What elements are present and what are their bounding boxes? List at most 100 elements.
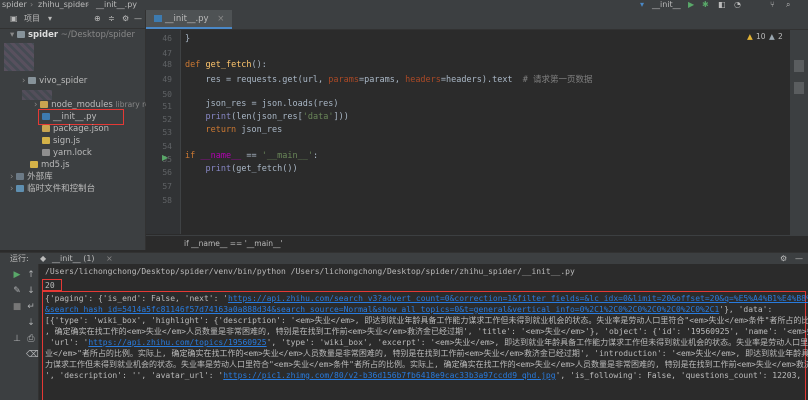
tree-item-label: vivo_spider: [39, 76, 88, 86]
locate-icon[interactable]: ⊕: [94, 10, 101, 28]
console-line: ', 'description': '', 'avatar_url': 'htt…: [45, 370, 801, 381]
console-text: 'url': ': [45, 338, 89, 347]
run-gutter-icon[interactable]: ▶: [162, 153, 168, 162]
scroll-end-icon[interactable]: ⇣: [26, 318, 36, 328]
project-panel-header: ▣ 项目 ▾ ⊕ ≑ ⚙ —: [0, 10, 145, 29]
chevron-right-icon: ›: [34, 100, 38, 110]
search-icon[interactable]: ⌕: [786, 0, 790, 10]
folder-icon: [16, 31, 25, 38]
soft-wrap-icon[interactable]: ↵: [26, 302, 36, 312]
highlight-box-count: [42, 279, 62, 291]
nav-project-name[interactable]: spider: [2, 0, 27, 10]
tree-root[interactable]: ▾ spider ~/Desktop/spider: [10, 30, 135, 41]
trash-icon[interactable]: ⌫: [26, 350, 39, 360]
scview-icon[interactable]: [794, 82, 804, 94]
warning-count: 10: [756, 32, 766, 41]
tree-item-md5-js[interactable]: md5.js: [30, 160, 70, 171]
editor-tab-label: __init__.py: [165, 14, 209, 24]
collapse-icon[interactable]: ≑: [108, 10, 115, 28]
code-token: '__main__': [261, 151, 313, 161]
console-link[interactable]: https://api.zhihu.com/topics/19560925: [88, 338, 266, 347]
rerun-icon[interactable]: ▶: [12, 270, 22, 280]
nav-separator: ›: [86, 0, 90, 9]
hide-icon[interactable]: —: [134, 10, 142, 28]
run-toolbar: ▶ ↑ ✎ ↓ ■ ↵ ⇣ ⊥ ⎙ ⌫: [0, 264, 39, 400]
gear-icon[interactable]: ⚙: [122, 10, 129, 28]
tree-item-package-json[interactable]: package.json: [42, 124, 109, 135]
branch-icon[interactable]: ⑂: [770, 0, 775, 10]
code-token: def: [185, 60, 206, 70]
debug-icon[interactable]: ✱: [702, 0, 709, 10]
database-icon[interactable]: [794, 60, 804, 72]
project-panel-title[interactable]: 项目: [24, 10, 40, 28]
console-text: ', 'type': 'wiki_box', 'excerpt': '<em>失…: [266, 338, 808, 347]
weak-warning-icon[interactable]: ▲: [769, 32, 775, 41]
arrow-down-icon[interactable]: ↓: [26, 286, 36, 296]
console-text: '}, 'data':: [719, 305, 773, 314]
console-link[interactable]: https://pic1.zhimg.com/80/v2-b36d156b7fb…: [223, 371, 555, 380]
run-console[interactable]: /Users/lichongchong/Desktop/spider/venv/…: [39, 264, 808, 400]
folder-icon: [40, 101, 49, 108]
wrench-icon[interactable]: ✎: [12, 286, 22, 296]
tree-item-scratches[interactable]: › 临时文件和控制台: [10, 184, 95, 195]
code-token: (get_fetch()): [231, 164, 298, 174]
console-line: 'url': 'https://api.zhihu.com/topics/195…: [45, 337, 808, 348]
code-token: print: [205, 112, 232, 122]
project-panel: ▣ 项目 ▾ ⊕ ≑ ⚙ — ▾ spider ~/Desktop/spider…: [0, 10, 150, 250]
code-token: headers: [405, 75, 441, 85]
code-token: =headers).text: [440, 75, 523, 85]
stop-icon[interactable]: ■: [12, 302, 22, 312]
tree-item-sign-js[interactable]: sign.js: [42, 136, 80, 147]
line-number: 51: [162, 102, 172, 111]
warning-icon[interactable]: ▲: [747, 32, 753, 41]
line-number: 58: [162, 196, 172, 205]
folder-icon: ▣: [10, 14, 18, 23]
code-line-48: def get_fetch():: [185, 60, 267, 70]
console-link[interactable]: &search_hash_id=5414a5fc81146f57d74163a0…: [45, 305, 719, 314]
code-token: return: [185, 125, 242, 135]
chevron-down-icon[interactable]: ▾: [48, 10, 52, 28]
code-token: get_fetch: [205, 60, 252, 70]
print-icon[interactable]: ⎙: [26, 334, 36, 344]
nav-module-name[interactable]: zhihu_spider: [38, 0, 88, 10]
close-icon[interactable]: ×: [217, 14, 224, 24]
code-line-55: if __name__ == '__main__':: [185, 151, 318, 161]
editor-tab-init-py[interactable]: __init__.py ×: [146, 10, 233, 29]
console-link[interactable]: https://api.zhihu.com/search_v3?advert_c…: [228, 294, 808, 303]
code-token: (len(json_res[: [231, 112, 303, 122]
tree-item-external-libraries[interactable]: › 外部库: [10, 172, 53, 183]
tree-item-yarn-lock[interactable]: yarn.lock: [42, 148, 92, 159]
code-editor[interactable]: } def get_fetch(): res = requests.get(ur…: [181, 30, 783, 234]
line-number: 56: [162, 168, 172, 177]
code-token: ==: [241, 151, 262, 161]
breadcrumb-item[interactable]: if __name__ == '__main__': [184, 236, 283, 251]
code-token: }: [185, 34, 191, 44]
line-number: 52: [162, 115, 172, 124]
line-number: 54: [162, 142, 172, 151]
run-icon[interactable]: ▶: [688, 0, 694, 10]
pin-icon[interactable]: ⊥: [12, 334, 22, 344]
profile-icon[interactable]: ◔: [734, 0, 741, 10]
code-token: res = requests.get(url,: [185, 75, 329, 85]
editor-tab-bar: __init__.py ×: [146, 10, 808, 30]
code-token: params: [328, 75, 360, 85]
code-token: 'data': [302, 112, 334, 122]
tree-item-label: package.json: [53, 124, 109, 134]
tree-item-extra: library ro: [115, 100, 150, 109]
code-line-49: res = requests.get(url, params=params, h…: [185, 73, 592, 85]
editor-breadcrumb[interactable]: if __name__ == '__main__': [146, 235, 808, 251]
tree-item-vivo-spider[interactable]: › vivo_spider: [22, 76, 87, 87]
arrow-up-icon[interactable]: ↑: [26, 270, 36, 280]
line-number: 53: [162, 128, 172, 137]
code-line-51: json_res = json.loads(res): [185, 99, 338, 109]
coverage-icon[interactable]: ◧: [718, 0, 726, 10]
console-line: [{'type': 'wiki_box', 'highlight': {'des…: [45, 316, 808, 325]
nav-file-name[interactable]: __init__.py: [96, 0, 137, 10]
scratch-icon: [16, 185, 25, 192]
right-tool-strip: [790, 30, 808, 250]
code-token: ])): [333, 112, 349, 122]
chevron-right-icon: ›: [10, 172, 14, 182]
run-config-selector[interactable]: __init__: [652, 0, 681, 10]
